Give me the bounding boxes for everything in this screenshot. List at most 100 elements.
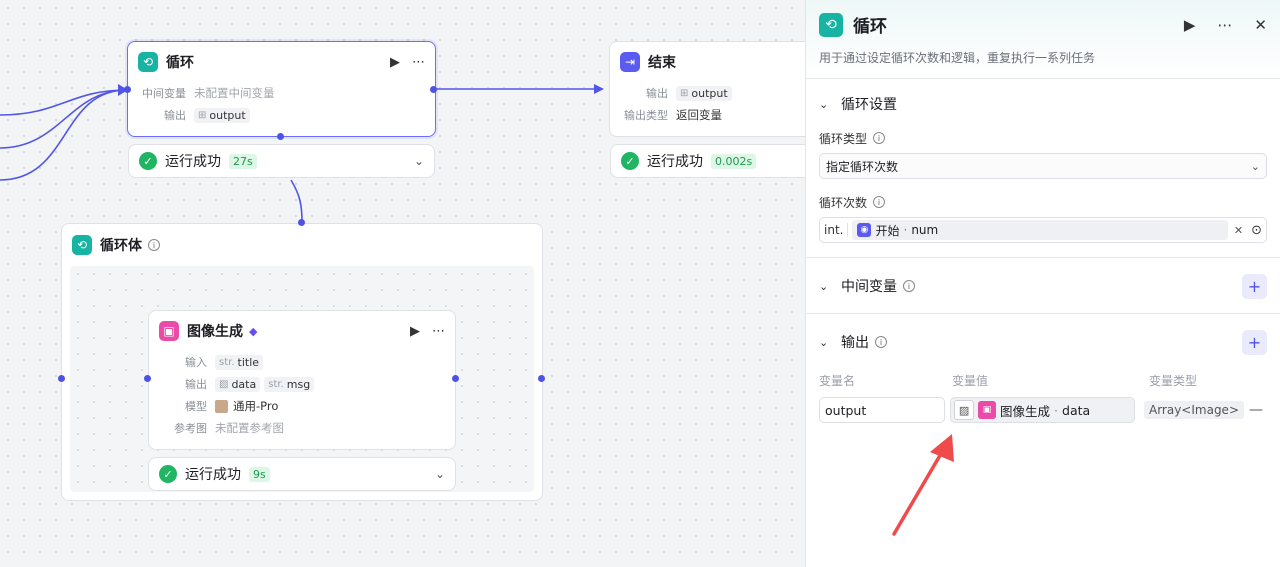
col-name: 变量名 [819, 374, 856, 388]
panel-description: 用于通过设定循环次数和逻辑，重复执行一系列任务 [819, 51, 1096, 65]
output-chip: ⊞ output [194, 107, 250, 123]
loop-body-top-port[interactable] [298, 219, 305, 226]
type-prefix: int. [824, 223, 849, 237]
image-gen-node[interactable]: ▣ 图像生成 ◆ ▶ ⋯ 输入 str. title 输出 ▨ data str. msg … [148, 310, 456, 450]
end-status-text: 运行成功 [647, 154, 703, 170]
chevron-down-icon: ⌄ [1250, 159, 1260, 173]
loop-node[interactable]: ⟲ 循环 ▶ ⋯ 中间变量 未配置中间变量 输出 ⊞ output [127, 41, 436, 137]
loop-body-right-port[interactable] [538, 375, 545, 382]
image-gen-icon: ▣ [978, 401, 997, 419]
ig-input-chip: str. title [215, 354, 264, 370]
ig-input-label: 输入 [185, 356, 207, 369]
edge-in-1 [0, 89, 128, 149]
play-icon[interactable]: ▶ [390, 55, 400, 70]
info-icon[interactable]: i [875, 336, 887, 348]
loop-body-title: 循环体 [100, 238, 142, 254]
chevron-down-icon[interactable]: ⌄ [435, 467, 445, 481]
array-icon: ⊞ [198, 109, 207, 121]
ig-output-chip-1: ▨ data [215, 376, 261, 392]
end-type-label: 输出类型 [624, 109, 668, 122]
ig-model-label: 模型 [185, 400, 207, 413]
ig-ref-label: 参考图 [174, 422, 207, 435]
loop-icon: ⟲ [138, 52, 158, 72]
loop-status[interactable]: ✓ 运行成功 27s ⌄ [128, 144, 435, 178]
start-icon: ◉ [857, 223, 872, 237]
loop-node-title: 循环 [166, 55, 194, 71]
loop-settings-section: ⌄ 循环设置 循环类型 i 指定循环次数 ⌄ 循环次数 i int. ◉ 开始 · … [806, 78, 1280, 257]
model-avatar-icon [215, 399, 228, 413]
variable-ref-chip[interactable]: ◉ 开始 · num [852, 220, 1228, 240]
ig-in-port[interactable] [144, 375, 151, 382]
play-icon[interactable]: ▶ [1184, 16, 1196, 34]
check-icon: ✓ [621, 152, 639, 170]
workflow-canvas[interactable]: ⟲ 循环 ▶ ⋯ 中间变量 未配置中间变量 输出 ⊞ output ✓ 运行成功 27… [0, 0, 805, 567]
play-icon[interactable]: ▶ [410, 324, 420, 339]
col-value: 变量值 [952, 374, 989, 388]
ig-model-value: 通用-Pro [233, 399, 279, 413]
output-label: 输出 [164, 109, 186, 122]
image-gen-title: 图像生成 [187, 324, 243, 340]
chevron-down-icon[interactable]: ⌄ [819, 336, 841, 349]
panel-title: 循环 [853, 17, 887, 37]
output-name-input[interactable]: output [819, 397, 946, 423]
ig-output-chip-2: str. msg [264, 376, 315, 392]
ig-ref-value: 未配置参考图 [215, 421, 284, 435]
check-icon: ✓ [159, 465, 177, 483]
target-icon[interactable]: ⊙ [1251, 223, 1262, 238]
chevron-down-icon[interactable]: ⌄ [819, 98, 841, 111]
output-type-chip: Array<Image> [1143, 401, 1244, 419]
loop-count-input[interactable]: int. ◉ 开始 · num ✕ ⊙ [819, 217, 1267, 243]
annotation-arrow [892, 434, 954, 536]
image-icon: ▨ [954, 400, 975, 420]
mid-var-value: 未配置中间变量 [194, 86, 275, 100]
end-type-value: 返回变量 [676, 108, 722, 122]
ig-out-port[interactable] [452, 375, 459, 382]
ig-output-label: 输出 [185, 378, 207, 391]
loop-in-port[interactable] [124, 86, 131, 93]
output-section: ⌄ 输出 i + 变量名 变量值 变量类型 output ▨ ▣ 图像生成 · … [806, 313, 1280, 423]
chevron-down-icon[interactable]: ⌄ [819, 280, 841, 293]
check-icon: ✓ [139, 152, 157, 170]
mid-vars-section: ⌄ 中间变量 i + [806, 257, 1280, 313]
mid-var-label: 中间变量 [142, 87, 186, 100]
clear-icon[interactable]: ✕ [1234, 224, 1243, 237]
info-icon[interactable]: i [148, 239, 160, 251]
more-icon[interactable]: ⋯ [432, 324, 445, 339]
remove-output-icon[interactable]: — [1249, 402, 1263, 418]
ig-time-badge: 9s [249, 466, 270, 482]
loop-out-port[interactable] [430, 86, 437, 93]
loop-body-left-port[interactable] [58, 375, 65, 382]
image-gen-status[interactable]: ✓ 运行成功 9s ⌄ [148, 457, 456, 491]
loop-time-badge: 27s [229, 153, 257, 169]
col-type: 变量类型 [1149, 374, 1198, 388]
more-icon[interactable]: ⋯ [1217, 16, 1232, 34]
end-node-title: 结束 [648, 55, 676, 71]
loop-type-select[interactable]: 指定循环次数 ⌄ [819, 153, 1267, 179]
info-icon[interactable]: i [903, 280, 915, 292]
more-icon[interactable]: ⋯ [412, 55, 425, 70]
loop-icon: ⟲ [819, 12, 843, 37]
info-icon[interactable]: i [873, 196, 886, 208]
image-icon: ▨ [219, 378, 229, 390]
close-icon[interactable]: ✕ [1254, 16, 1267, 34]
add-output-button[interactable]: + [1242, 329, 1267, 355]
premium-diamond-icon: ◆ [249, 324, 258, 338]
output-value-ref[interactable]: ▨ ▣ 图像生成 · data [950, 397, 1135, 423]
loop-count-label: 循环次数 [819, 195, 868, 210]
end-icon: ⇥ [620, 52, 640, 72]
loop-status-text: 运行成功 [165, 154, 221, 170]
array-icon: ⊞ [680, 87, 689, 99]
loop-bottom-port[interactable] [277, 133, 284, 140]
info-icon[interactable]: i [873, 132, 886, 144]
loop-settings-title: 循环设置 [841, 97, 897, 113]
end-status[interactable]: ✓ 运行成功 0.002s [610, 144, 805, 178]
end-output-chip: ⊞ output [676, 85, 732, 101]
edge-loop-body [290, 179, 303, 223]
end-output-label: 输出 [646, 87, 668, 100]
image-gen-icon: ▣ [159, 321, 179, 341]
node-config-panel: ⟲ 循环 ▶ ⋯ ✕ 用于通过设定循环次数和逻辑，重复执行一系列任务 ⌄ 循环设… [805, 0, 1280, 567]
end-node[interactable]: ⇥ 结束 输出 ⊞ output 输出类型 返回变量 [609, 41, 805, 137]
add-mid-var-button[interactable]: + [1242, 273, 1267, 299]
chevron-down-icon[interactable]: ⌄ [414, 154, 424, 168]
loop-body-icon: ⟲ [72, 235, 92, 255]
